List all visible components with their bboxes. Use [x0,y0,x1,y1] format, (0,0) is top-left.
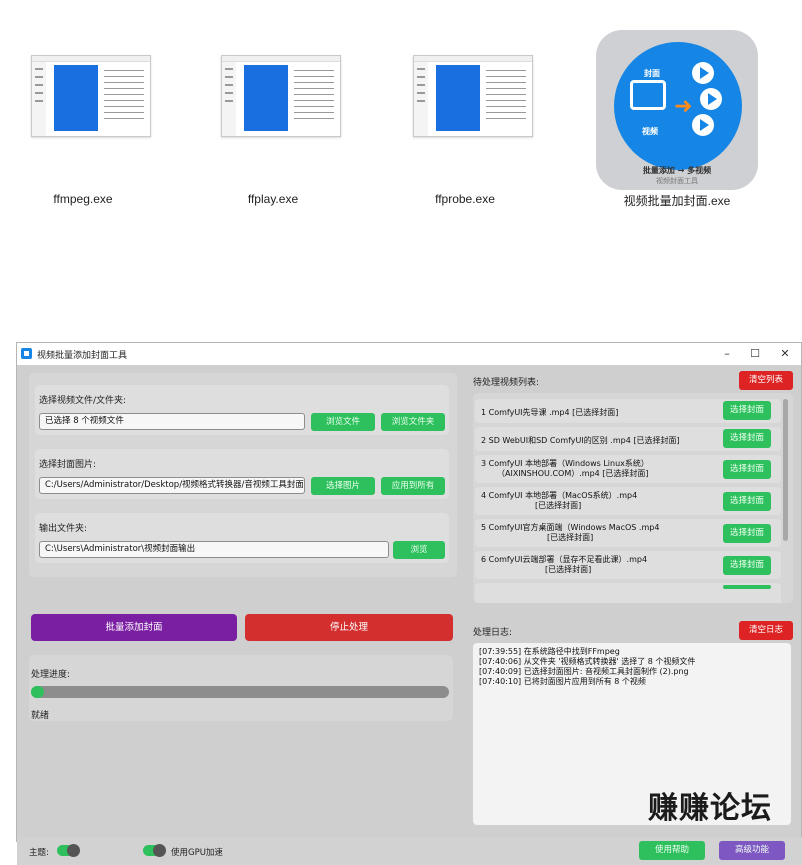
file-ffprobe[interactable]: ffprobe.exe [390,30,540,215]
video-list: 1 ComfyUI先导课 .mp4 [已选择封面] 选择封面 2 SD WebU… [473,393,793,603]
footer-bar: 主题: 使用GPU加速 使用帮助 高级功能 [17,837,802,865]
video-item-subtext: （AIXINSHOU.COM）.mp4 [已选择封面] [497,469,649,478]
browse-folder-button[interactable]: 浏览文件夹 [381,413,445,431]
select-cover-button[interactable]: 选择封面 [723,524,771,543]
file-ffmpeg[interactable]: ffmpeg.exe [8,30,158,215]
video-item-text: 2 SD WebUI和SD ComfyUI的区别 .mp4 [已选择封面] [481,436,680,445]
list-item [475,583,781,603]
progress-fill [31,686,44,698]
watermark-text: 赚赚论坛 [648,791,772,826]
file-app[interactable]: 视频批量加封面.exe [602,30,752,215]
cover-input[interactable]: C:/Users/Administrator/Desktop/视频格式转换器/音… [39,477,305,494]
list-item: 1 ComfyUI先导课 .mp4 [已选择封面] 选择封面 [475,399,781,423]
log-title: 处理日志: [473,628,513,638]
list-item: 4 ComfyUI 本地部署（MacOS系统）.mp4 [已选择封面] 选择封面 [475,487,781,515]
help-button[interactable]: 使用帮助 [639,841,705,860]
clear-list-button[interactable]: 清空列表 [739,371,793,390]
list-item: 2 SD WebUI和SD ComfyUI的区别 .mp4 [已选择封面] 选择… [475,427,781,451]
list-item: 6 ComfyUI云端部署（显存不足看此课）.mp4 [已选择封面] 选择封面 [475,551,781,579]
app-window-icon [21,348,32,359]
progress-bar [31,686,449,698]
maximize-button[interactable]: ☐ [741,345,769,363]
video-item-subtext: [已选择封面] [545,565,592,574]
select-cover-button[interactable]: 选择封面 [723,429,771,448]
select-cover-button[interactable]: 选择封面 [723,556,771,575]
progress-panel: 处理进度: 就绪 [29,655,453,721]
input-panel: 选择视频文件/文件夹: 已选择 8 个视频文件 浏览文件 浏览文件夹 选择封面图… [29,373,457,577]
app-window: 视频批量添加封面工具 – ☐ ✕ 选择视频文件/文件夹: 已选择 8 个视频文件… [16,342,802,865]
log-line: [07:40:06] 从文件夹 '视频格式转换器' 选择了 8 个视频文件 [479,657,696,666]
list-item: 3 ComfyUI 本地部署（Windows Linux系统） （AIXINSH… [475,455,781,483]
video-item-subtext: [已选择封面] [547,533,594,542]
browse-file-button[interactable]: 浏览文件 [311,413,375,431]
file-name: ffplay.exe [247,192,299,206]
clear-log-button[interactable]: 清空日志 [739,621,793,640]
video-item-text: 1 ComfyUI先导课 .mp4 [已选择封面] [481,408,619,417]
window-content: 选择视频文件/文件夹: 已选择 8 个视频文件 浏览文件 浏览文件夹 选择封面图… [17,365,802,865]
list-scrollbar[interactable] [783,399,788,541]
log-line: [07:40:10] 已将封面图片应用到所有 8 个视频 [479,677,646,686]
file-name: 视频批量加封面.exe [623,194,731,208]
select-image-button[interactable]: 选择图片 [311,477,375,495]
log-line: [07:39:55] 在系统路径中找到FFmpeg [479,647,620,656]
select-cover-button[interactable]: 选择封面 [723,460,771,479]
cover-label: 选择封面图片: [39,460,97,470]
video-input[interactable]: 已选择 8 个视频文件 [39,413,305,430]
advanced-button[interactable]: 高级功能 [719,841,785,860]
title-bar: 视频批量添加封面工具 – ☐ ✕ [17,343,801,365]
list-item: 5 ComfyUI官方桌面端（Windows MacOS .mp4 [已选择封面… [475,519,781,547]
close-button[interactable]: ✕ [771,345,799,363]
browse-output-button[interactable]: 浏览 [393,541,445,559]
select-cover-button-partial[interactable] [723,585,771,589]
video-label: 选择视频文件/文件夹: [39,396,127,406]
window-title: 视频批量添加封面工具 [37,351,128,361]
gpu-label: 使用GPU加速 [171,848,223,858]
video-group: 选择视频文件/文件夹: 已选择 8 个视频文件 浏览文件 浏览文件夹 [35,385,449,435]
file-ffplay[interactable]: ffplay.exe [198,30,348,215]
progress-label: 处理进度: [31,670,71,680]
window-thumbnail-icon [413,55,533,137]
output-group: 输出文件夹: C:\Users\Administrator\视频封面输出 浏览 [35,513,449,563]
output-input[interactable]: C:\Users\Administrator\视频封面输出 [39,541,389,558]
window-thumbnail-icon [221,55,341,137]
log-line: [07:40:09] 已选择封面图片: 音视频工具封面制作 (2).png [479,667,689,676]
status-text: 就绪 [31,711,50,721]
start-button[interactable]: 批量添加封面 [31,614,237,641]
apply-all-button[interactable]: 应用到所有 [381,477,445,495]
video-item-subtext: [已选择封面] [535,501,582,510]
theme-label: 主题: [29,848,49,858]
window-thumbnail-icon [31,55,151,137]
minimize-button[interactable]: – [713,345,741,363]
file-name: ffprobe.exe [435,192,495,206]
queue-title: 待处理视频列表: [473,378,540,388]
stop-button[interactable]: 停止处理 [245,614,453,641]
toggle-knob [153,844,166,857]
output-label: 输出文件夹: [39,524,88,534]
toggle-knob [67,844,80,857]
file-name: ffmpeg.exe [53,192,113,206]
select-cover-button[interactable]: 选择封面 [723,401,771,420]
select-cover-button[interactable]: 选择封面 [723,492,771,511]
cover-group: 选择封面图片: C:/Users/Administrator/Desktop/视… [35,449,449,499]
desktop-files: ffmpeg.exe ffplay.exe ffprobe.exe 封面 视频 … [0,0,802,220]
